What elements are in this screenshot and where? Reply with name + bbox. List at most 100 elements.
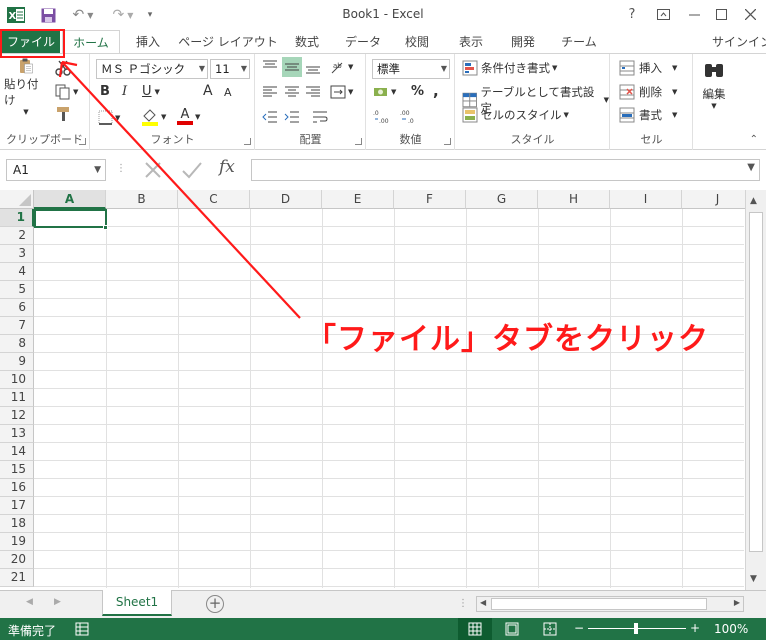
tab-page-layout[interactable]: ページ レイアウト [178,30,278,54]
row-header[interactable]: 15 [0,461,34,479]
alignment-launcher-icon[interactable] [355,138,362,145]
row-header[interactable]: 19 [0,533,34,551]
format-cells-button[interactable]: 書式 ▼ [619,107,677,123]
worksheet-grid[interactable]: ABCDEFGHIJ 1 2 3 4 5 6 7 8 9 10 11 12 13 14 15 16 17 18 19… [0,190,766,590]
italic-button[interactable]: I [122,84,127,99]
horizontal-scrollbar[interactable]: ◀ ▶ [476,596,744,612]
zoom-out-button[interactable]: − [574,621,584,635]
active-cell[interactable] [34,209,107,228]
paste-dropdown-icon[interactable]: ▼ [23,108,28,116]
formula-bar-grip-icon[interactable]: ⋮ [116,163,126,174]
row-header[interactable]: 9 [0,353,34,371]
delete-cells-button[interactable]: 削除 ▼ [619,84,677,100]
number-launcher-icon[interactable] [444,138,451,145]
cancel-icon[interactable] [143,160,163,183]
prev-sheet-icon[interactable]: ◀ [26,597,33,607]
row-header[interactable]: 13 [0,425,34,443]
merge-center-button[interactable]: ▼ [330,84,353,100]
insert-cells-button[interactable]: 挿入 ▼ [619,60,677,76]
comma-button[interactable]: , [433,82,439,100]
scroll-thumb[interactable] [749,212,763,552]
fill-color-button[interactable]: ▼ [141,108,166,126]
scroll-left-icon[interactable]: ◀ [480,598,486,607]
expand-formula-icon[interactable]: ▼ [747,162,755,173]
row-header[interactable]: 8 [0,335,34,353]
next-sheet-icon[interactable]: ▶ [54,597,61,607]
row-header[interactable]: 1 [0,209,34,227]
row-header[interactable]: 5 [0,281,34,299]
fill-handle[interactable] [103,225,108,230]
new-sheet-button[interactable]: + [206,595,224,613]
column-header[interactable]: B [106,190,178,209]
insert-function-button[interactable]: fx [219,157,235,177]
tab-developer[interactable]: 開発 [500,30,546,54]
shrink-font-button[interactable]: A [224,86,232,99]
sheet-bar-splitter-icon[interactable]: ⋮ [458,598,468,609]
row-header[interactable]: 21 [0,569,34,587]
tab-file[interactable]: ファイル [2,30,60,54]
row-header[interactable]: 20 [0,551,34,569]
editing-button[interactable]: 編集 ▼ [696,60,732,110]
column-header[interactable]: F [394,190,466,209]
align-top-button[interactable] [262,59,278,75]
conditional-formatting-button[interactable]: 条件付き書式 ▼ [462,60,557,76]
wrap-text-button[interactable] [312,109,328,125]
align-center-button[interactable] [284,84,300,100]
borders-button[interactable]: ▼ [98,110,120,125]
orientation-button[interactable]: ab ▼ [330,59,353,75]
h-scroll-thumb[interactable] [491,598,707,610]
row-header[interactable]: 17 [0,497,34,515]
grow-font-button[interactable]: A [203,83,213,99]
align-left-button[interactable] [262,84,278,100]
column-header[interactable]: E [322,190,394,209]
align-bottom-button[interactable] [305,59,321,75]
zoom-slider-thumb[interactable] [634,623,638,634]
column-header[interactable]: G [466,190,538,209]
row-header[interactable]: 10 [0,371,34,389]
cell-styles-button[interactable]: セルのスタイル ▼ [462,107,569,123]
format-painter-button[interactable] [55,106,71,122]
row-header[interactable]: 2 [0,227,34,245]
scroll-right-icon[interactable]: ▶ [734,598,740,607]
increase-indent-button[interactable] [284,109,300,125]
tab-home[interactable]: ホーム [62,30,120,54]
column-header[interactable]: I [610,190,682,209]
accounting-format-button[interactable]: ▼ [373,84,396,100]
cut-button[interactable] [55,60,71,76]
collapse-ribbon-icon[interactable]: ⌃ [750,134,758,145]
page-layout-view-button[interactable] [505,622,519,639]
font-name-select[interactable]: ＭＳ Ｐゴシック ▼ [96,59,208,79]
tab-review[interactable]: 校閲 [394,30,440,54]
font-launcher-icon[interactable] [244,138,251,145]
row-header[interactable]: 18 [0,515,34,533]
font-size-select[interactable]: 11 ▼ [210,59,250,79]
tab-team[interactable]: チーム [554,30,604,54]
ribbon-display-options-icon[interactable] [651,4,675,24]
maximize-button[interactable] [709,4,733,24]
zoom-in-button[interactable]: + [690,621,700,635]
align-right-button[interactable] [305,84,321,100]
align-middle-button[interactable] [282,57,302,77]
enter-icon[interactable] [181,160,203,183]
column-header[interactable]: H [538,190,610,209]
formula-input[interactable]: ▼ [251,159,760,181]
percent-button[interactable]: % [411,84,424,99]
paste-button[interactable]: 貼り付け ▼ [4,58,48,116]
underline-button[interactable]: U ▼ [142,84,160,99]
row-header[interactable]: 6 [0,299,34,317]
scroll-down-icon[interactable]: ▼ [750,574,757,584]
decrease-decimal-button[interactable]: .00.0 [400,108,420,124]
zoom-level[interactable]: 100% [714,622,748,636]
tab-view[interactable]: 表示 [448,30,494,54]
column-header[interactable]: J [682,190,754,209]
column-header[interactable]: C [178,190,250,209]
page-break-view-button[interactable] [543,622,557,639]
bold-button[interactable]: B [100,84,110,99]
row-header[interactable]: 3 [0,245,34,263]
decrease-indent-button[interactable] [262,109,278,125]
tab-insert[interactable]: 挿入 [122,30,174,54]
column-header[interactable]: D [250,190,322,209]
normal-view-button[interactable] [458,618,492,640]
number-format-select[interactable]: 標準 ▼ [372,59,450,79]
sign-in-link[interactable]: サインイン [712,30,766,54]
